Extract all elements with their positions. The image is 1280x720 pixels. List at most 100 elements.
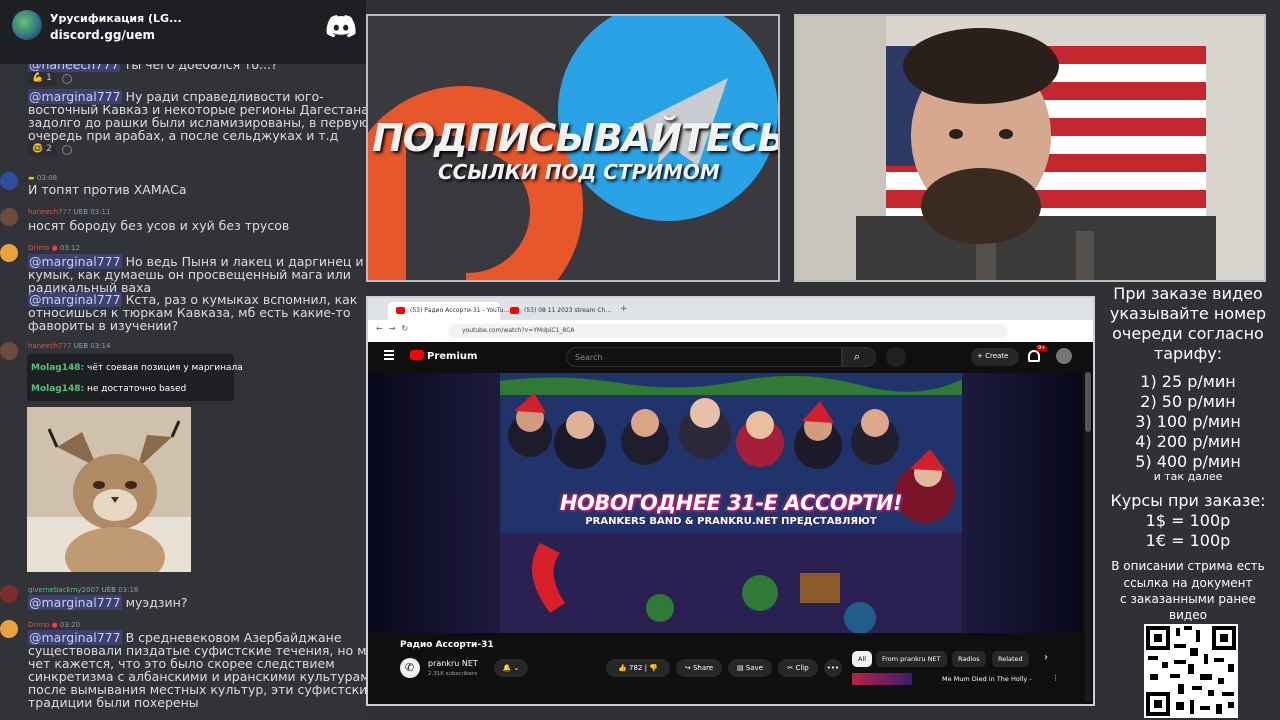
- youtube-logo[interactable]: Premium: [410, 350, 477, 362]
- chat-message-line: @marginal777 муэдзин?: [28, 595, 187, 610]
- create-button[interactable]: + Create: [971, 348, 1019, 366]
- quoted-chat-box: Molag148: чёт соевая позиция у маргинала…: [27, 354, 243, 401]
- kebab-menu-icon[interactable]: ⋮: [1052, 674, 1059, 682]
- quoted-message: Molag148: не достаточно based: [31, 384, 186, 394]
- username[interactable]: haneech777: [28, 342, 71, 350]
- save-button[interactable]: ▤ Save: [728, 659, 772, 677]
- reaction-badge[interactable]: 💪 1: [28, 72, 56, 86]
- tab-bar: (53) Радио Ассорти-31 - YouTu... (53) 08…: [368, 298, 1093, 320]
- search-button[interactable]: ⌕: [842, 347, 876, 367]
- chip-from-channel[interactable]: From prankru NET: [876, 651, 947, 667]
- video-player[interactable]: НОВОГОДНЕЕ 31-Е АССОРТИ! PRANKERS BAND &…: [500, 373, 962, 633]
- add-reaction-icon[interactable]: [62, 145, 72, 155]
- browser-tab[interactable]: (53) 08 11 2023 stream Ch...: [502, 302, 611, 320]
- message-meta: givemebackmy2007 UEB 03:18: [28, 586, 138, 594]
- page-scrollbar[interactable]: [1085, 372, 1091, 702]
- avatar[interactable]: [0, 172, 18, 190]
- user-mention[interactable]: @marginal777: [28, 595, 122, 610]
- message-text: традиции были похерены: [28, 695, 199, 710]
- nav-buttons[interactable]: ←→↻: [376, 324, 414, 333]
- username[interactable]: givemebackmy2007: [28, 586, 99, 594]
- chip-all[interactable]: All: [852, 651, 873, 667]
- notification-badge: 9+: [1036, 345, 1048, 351]
- scissors-icon: ✂: [787, 664, 794, 672]
- qr-pattern: [1144, 624, 1238, 718]
- notifications-icon[interactable]: [1028, 350, 1040, 362]
- player-backdrop: [962, 373, 1082, 633]
- phone-icon: ✆: [405, 661, 415, 674]
- quoted-username: Molag148:: [31, 363, 85, 373]
- reaction-badge[interactable]: 🤓 2: [28, 143, 56, 157]
- qr-code[interactable]: [1144, 624, 1238, 718]
- message-text: фавориты в изучении?: [28, 318, 179, 333]
- account-avatar[interactable]: [1056, 348, 1072, 364]
- doc-note: В описании стрима есть: [1111, 559, 1265, 573]
- promo-title: ПОДПИСЫВАЙТЕСЬ: [372, 116, 780, 160]
- avatar[interactable]: [0, 244, 18, 262]
- avatar[interactable]: [0, 208, 18, 226]
- mic-icon[interactable]: [886, 347, 906, 367]
- timestamp: 03:11: [90, 208, 111, 216]
- logo-text: Premium: [427, 351, 478, 362]
- username[interactable]: haneech777: [28, 208, 71, 216]
- avatar[interactable]: [0, 620, 18, 638]
- server-avatar[interactable]: [12, 10, 42, 40]
- more-actions-button[interactable]: •••: [824, 659, 842, 677]
- quoted-text: не достаточно based: [87, 384, 187, 394]
- browser-tab-active[interactable]: (53) Радио Ассорти-31 - YouTu...: [388, 302, 509, 320]
- stream-layout: Урусификация (LG... discord.gg/uem @hane…: [0, 0, 1280, 720]
- share-button[interactable]: ↪ Share: [676, 659, 722, 677]
- message-meta: haneech777 UEB 03:11: [28, 208, 110, 216]
- recommended-title[interactable]: Me Mum Died in The Holly -: [942, 675, 1032, 683]
- clip-button[interactable]: ✂ Clip: [778, 659, 818, 677]
- discord-chat-panel: Урусификация (LG... discord.gg/uem @hane…: [0, 0, 366, 720]
- timestamp: 03:12: [59, 244, 81, 252]
- reaction-count: 1: [46, 73, 52, 83]
- webcam-feed: [796, 16, 1264, 280]
- message-meta: ▬ 03:08: [28, 174, 58, 182]
- message-meta: Drimo ● 03:12: [28, 244, 81, 252]
- add-reaction-icon[interactable]: [62, 74, 72, 84]
- chevron-right-icon[interactable]: ›: [1044, 652, 1048, 663]
- subscribe-bell-button[interactable]: 🔔 ⌄: [494, 659, 528, 677]
- url-field[interactable]: youtube.com/watch?v=YMdpiC1_8CA: [448, 324, 1008, 338]
- caracal-illustration: [27, 407, 191, 572]
- menu-icon[interactable]: [384, 350, 394, 352]
- share-label: Share: [692, 664, 714, 672]
- search-input[interactable]: Search: [566, 347, 842, 367]
- quoted-username: Molag148:: [31, 384, 85, 394]
- bicep-emoji-icon: 💪: [32, 73, 44, 83]
- bell-icon: 🔔: [502, 664, 512, 672]
- timestamp: 03:08: [36, 174, 58, 182]
- avatar[interactable]: [0, 585, 18, 603]
- price-tier: 4) 200 р/мин: [1135, 432, 1241, 451]
- timestamp: 03:18: [118, 586, 139, 594]
- clip-label: Clip: [795, 664, 809, 672]
- avatar[interactable]: [0, 342, 18, 360]
- chip-radios[interactable]: Radios: [952, 651, 986, 667]
- new-tab-icon[interactable]: +: [620, 304, 628, 314]
- price-tier: 2) 50 р/мин: [1140, 392, 1236, 411]
- recommended-thumbnail[interactable]: [852, 673, 912, 685]
- username[interactable]: Drimo: [28, 244, 49, 252]
- like-dislike-button[interactable]: 👍 782 | 👎: [606, 659, 670, 677]
- youtube-favicon-icon: [396, 307, 405, 314]
- subscribe-promo-panel: ПОДПИСЫВАЙТЕСЬ ССЫЛКИ ПОД СТРИМОМ: [366, 14, 780, 282]
- username[interactable]: Drimo: [28, 621, 49, 629]
- video-title: Радио Ассорти-31: [400, 640, 494, 650]
- channel-avatar[interactable]: ✆: [400, 658, 420, 678]
- channel-name[interactable]: prankru NET: [428, 659, 478, 668]
- address-bar: ←→↻ youtube.com/watch?v=YMdpiC1_8CA: [368, 320, 1093, 342]
- server-invite-link[interactable]: discord.gg/uem: [50, 28, 155, 42]
- create-label: Create: [985, 352, 1009, 360]
- rate-usd: 1$ = 100р: [1145, 511, 1231, 530]
- price-tier: 3) 100 р/мин: [1135, 412, 1241, 431]
- thumbs-down-icon: 👎: [649, 664, 658, 672]
- role-badge: UEB: [73, 342, 89, 350]
- quoted-message: Molag148: чёт соевая позиция у маргинала: [31, 363, 243, 373]
- timestamp: 03:14: [90, 342, 111, 350]
- chip-related[interactable]: Related: [992, 651, 1029, 667]
- scrollbar-thumb[interactable]: [1085, 372, 1091, 432]
- chevron-down-icon: ⌄: [511, 664, 520, 672]
- caracal-image[interactable]: [27, 407, 191, 572]
